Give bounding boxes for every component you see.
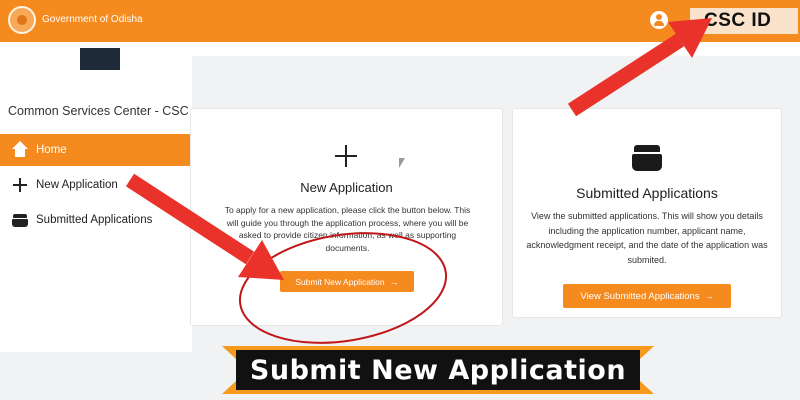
sidebar-item-submitted-applications[interactable]: Submitted Applications bbox=[0, 204, 192, 236]
submitted-applications-description: View the submitted applications. This wi… bbox=[526, 211, 768, 265]
csc-id-label: CSC ID bbox=[704, 10, 772, 31]
sidebar: Common Services Center - CSC Home New Ap… bbox=[0, 42, 192, 352]
government-title: Government of Odisha bbox=[42, 14, 143, 25]
view-submitted-applications-button[interactable]: View Submitted Applications → bbox=[563, 284, 731, 308]
new-application-title: New Application bbox=[300, 180, 393, 195]
archive-icon bbox=[11, 211, 29, 229]
plus-icon bbox=[11, 176, 29, 194]
sidebar-item-label: Submitted Applications bbox=[36, 214, 153, 226]
sidebar-brand: Common Services Center - CSC bbox=[8, 104, 189, 118]
odisha-emblem-icon bbox=[8, 6, 36, 34]
arrow-right-icon: → bbox=[704, 291, 714, 301]
sidebar-item-home[interactable]: Home bbox=[0, 134, 192, 166]
arrow-right-icon: → bbox=[389, 276, 399, 287]
sidebar-item-label: New Application bbox=[36, 179, 118, 191]
mouse-cursor-icon bbox=[399, 158, 405, 168]
user-profile-icon[interactable] bbox=[650, 11, 668, 29]
new-application-description: To apply for a new application, please c… bbox=[224, 205, 471, 253]
content-header-strip bbox=[192, 42, 800, 56]
sidebar-item-new-application[interactable]: New Application bbox=[0, 169, 192, 201]
top-header-bar: Government of Odisha CSC ID bbox=[0, 0, 800, 42]
csc-logo bbox=[80, 48, 120, 70]
submit-new-application-button[interactable]: Submit New Application → bbox=[280, 271, 414, 292]
submitted-applications-title: Submitted Applications bbox=[576, 185, 718, 201]
home-icon bbox=[11, 141, 29, 159]
plus-icon bbox=[335, 145, 357, 167]
button-label: View Submitted Applications bbox=[580, 290, 700, 302]
button-label: Submit New Application bbox=[295, 276, 385, 287]
sidebar-item-label: Home bbox=[36, 144, 67, 156]
archive-icon bbox=[632, 145, 662, 171]
banner-title: Submit New Application bbox=[249, 354, 627, 386]
